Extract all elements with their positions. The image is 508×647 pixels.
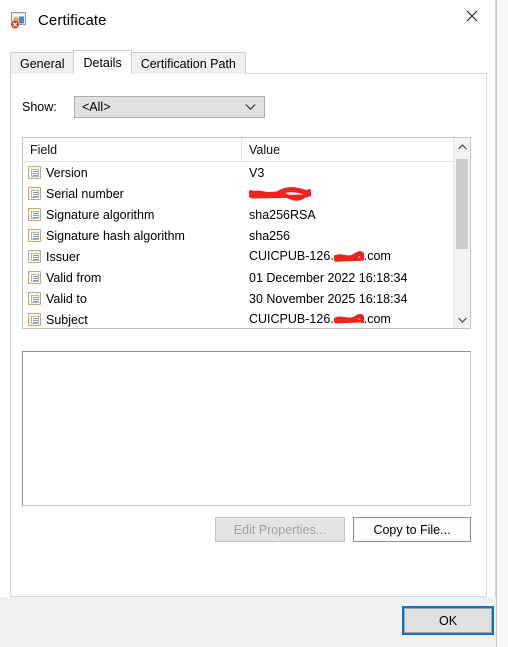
certificate-field-icon — [28, 166, 41, 179]
gutter-shade — [497, 0, 508, 647]
certificate-dialog: Certificate General Details Certificatio… — [0, 0, 496, 647]
field-cell: Issuer — [23, 250, 242, 264]
field-name: Signature algorithm — [46, 207, 155, 222]
table-row[interactable]: Subject CUICPUB-126. .com — [23, 309, 470, 328]
tab-certification-path[interactable]: Certification Path — [130, 52, 246, 74]
scrollbar-thumb[interactable] — [456, 159, 468, 249]
scroll-up-arrow-icon[interactable] — [454, 138, 470, 155]
value-suffix: .com — [363, 312, 391, 327]
field-cell: Signature algorithm — [23, 208, 242, 222]
certificate-field-icon — [28, 229, 41, 242]
certificate-field-icon — [28, 292, 41, 305]
column-header-field[interactable]: Field — [23, 138, 242, 161]
table-row[interactable]: Serial number — [23, 183, 470, 204]
field-cell: Version — [23, 166, 242, 180]
value-cell-redacted — [242, 186, 470, 201]
edit-properties-button[interactable]: Edit Properties... — [215, 517, 345, 542]
certificate-field-list[interactable]: Field Value Version V3 Serial number Sig… — [22, 137, 471, 329]
certificate-field-icon — [28, 313, 41, 326]
field-list-body: Version V3 Serial number Signature algor… — [23, 162, 470, 328]
close-button[interactable] — [449, 0, 495, 32]
scrollbar-track[interactable] — [454, 155, 470, 311]
value-cell: 01 December 2022 16:18:34 — [249, 270, 408, 285]
tab-strip: General Details Certification Path — [10, 50, 246, 74]
certificate-field-icon — [28, 187, 41, 200]
field-cell: Subject — [23, 313, 242, 327]
redaction-scribble-icon — [333, 313, 364, 327]
field-name: Issuer — [46, 249, 81, 264]
value-cell: sha256 — [249, 228, 291, 243]
value-prefix: CUICPUB-126. — [249, 249, 334, 264]
certificate-field-icon — [28, 208, 41, 221]
field-name: Serial number — [46, 186, 124, 201]
field-name: Valid to — [46, 291, 87, 306]
field-name: Signature hash algorithm — [46, 228, 185, 243]
field-name: Valid from — [46, 270, 102, 285]
window-right-edge — [496, 0, 508, 647]
table-row[interactable]: Valid from 01 December 2022 16:18:34 — [23, 267, 470, 288]
table-row[interactable]: Valid to 30 November 2025 16:18:34 — [23, 288, 470, 309]
table-row[interactable]: Signature algorithm sha256RSA — [23, 204, 470, 225]
details-panel: Show: <All> Field Value Version V3 Seria… — [10, 73, 487, 597]
show-dropdown-value: <All> — [82, 100, 111, 114]
field-name: Subject — [46, 312, 88, 327]
value-cell-partially-redacted: CUICPUB-126. .com — [242, 312, 470, 326]
value-cell: V3 — [249, 165, 265, 180]
field-detail-textarea[interactable] — [22, 351, 471, 506]
scroll-down-arrow-icon[interactable] — [454, 311, 470, 328]
certificate-field-icon — [28, 271, 41, 284]
value-cell: sha256RSA — [249, 207, 316, 222]
value-cell-partially-redacted: CUICPUB-126. .com — [242, 249, 470, 263]
value-prefix: CUICPUB-126. — [249, 312, 334, 327]
tab-details[interactable]: Details — [73, 50, 132, 74]
show-label: Show: — [22, 100, 57, 114]
title-bar: Certificate — [0, 0, 495, 40]
ok-button[interactable]: OK — [402, 606, 494, 635]
certificate-error-icon — [10, 11, 30, 29]
table-row[interactable]: Version V3 — [23, 162, 470, 183]
column-header-value[interactable]: Value — [242, 138, 470, 161]
table-row[interactable]: Signature hash algorithm sha256 — [23, 225, 470, 246]
desktop-backdrop: Certificate General Details Certificatio… — [0, 0, 508, 647]
field-cell: Valid to — [23, 292, 242, 306]
table-row[interactable]: Issuer CUICPUB-126. .com — [23, 246, 470, 267]
field-cell: Serial number — [23, 187, 242, 201]
chevron-down-icon — [245, 104, 256, 111]
field-name: Version — [46, 165, 88, 180]
redaction-scribble-icon — [249, 186, 311, 201]
window-title: Certificate — [38, 11, 107, 29]
dialog-footer: OK — [0, 597, 496, 647]
tab-general[interactable]: General — [10, 52, 75, 74]
show-filter-row: Show: <All> — [22, 96, 265, 118]
redaction-scribble-icon — [333, 250, 364, 264]
field-list-header: Field Value — [23, 138, 470, 162]
value-suffix: .com — [363, 249, 391, 264]
copy-to-file-button[interactable]: Copy to File... — [353, 517, 471, 542]
value-cell: 30 November 2025 16:18:34 — [249, 291, 408, 306]
field-cell: Valid from — [23, 271, 242, 285]
show-dropdown[interactable]: <All> — [74, 96, 265, 118]
certificate-field-icon — [28, 250, 41, 263]
field-cell: Signature hash algorithm — [23, 229, 242, 243]
field-list-scrollbar[interactable] — [453, 138, 470, 328]
